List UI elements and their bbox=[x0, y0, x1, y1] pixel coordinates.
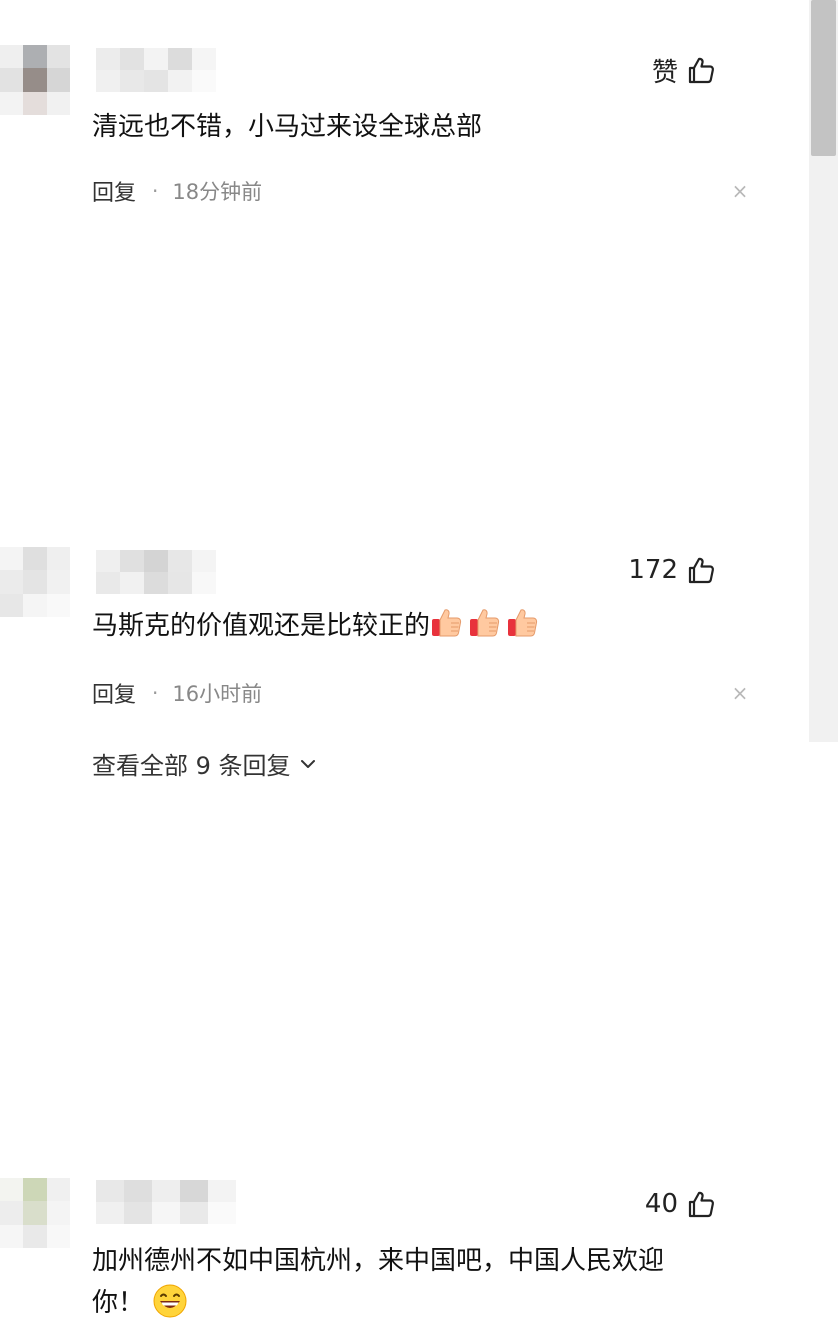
view-all-replies-button[interactable]: 查看全部 9 条回复 bbox=[92, 746, 317, 781]
avatar[interactable] bbox=[0, 45, 70, 115]
comment-text-line-2: 你！ bbox=[92, 1282, 732, 1324]
username-pixelated[interactable] bbox=[96, 48, 216, 92]
comment-item: 40 加州德州不如中国杭州，来中国吧，中国人民欢迎 你！ bbox=[0, 580, 800, 1318]
comment-item: 赞 清远也不错，小马过来设全球总部 回复 · 18分钟前 × bbox=[0, 0, 800, 230]
comment-text-block: 加州德州不如中国杭州，来中国吧，中国人民欢迎 你！ bbox=[92, 1240, 732, 1324]
comment-meta: 回复 · 18分钟前 bbox=[92, 175, 262, 207]
thumbs-up-icon bbox=[688, 57, 714, 84]
reply-button[interactable]: 回复 bbox=[92, 175, 136, 207]
chevron-down-icon bbox=[300, 759, 315, 768]
like-button[interactable]: 40 bbox=[645, 1186, 716, 1222]
comment-text: 清远也不错，小马过来设全球总部 bbox=[92, 112, 483, 142]
scrollbar-thumb[interactable] bbox=[811, 0, 836, 156]
like-button[interactable]: 赞 bbox=[652, 52, 716, 88]
timestamp: 18分钟前 bbox=[172, 180, 263, 204]
like-label: 赞 bbox=[651, 57, 678, 88]
thumbs-up-icon bbox=[688, 1191, 714, 1218]
like-count: 40 bbox=[644, 1189, 678, 1219]
avatar[interactable] bbox=[0, 1178, 70, 1248]
view-replies-label: 查看全部 9 条回复 bbox=[92, 752, 291, 780]
grinning-face-emoji-icon bbox=[153, 1284, 187, 1318]
comment-text-tail: 你！ bbox=[92, 1288, 145, 1318]
close-icon[interactable]: × bbox=[731, 181, 749, 201]
comment-text-line: 加州德州不如中国杭州，来中国吧，中国人民欢迎 bbox=[92, 1246, 665, 1276]
separator-dot: · bbox=[152, 179, 159, 203]
username-pixelated[interactable] bbox=[96, 1180, 236, 1224]
comment-item: 172 马斯克的价值观还是比较正的 回复 · 16小时前 × 查看全部 9 条回… bbox=[0, 260, 800, 780]
